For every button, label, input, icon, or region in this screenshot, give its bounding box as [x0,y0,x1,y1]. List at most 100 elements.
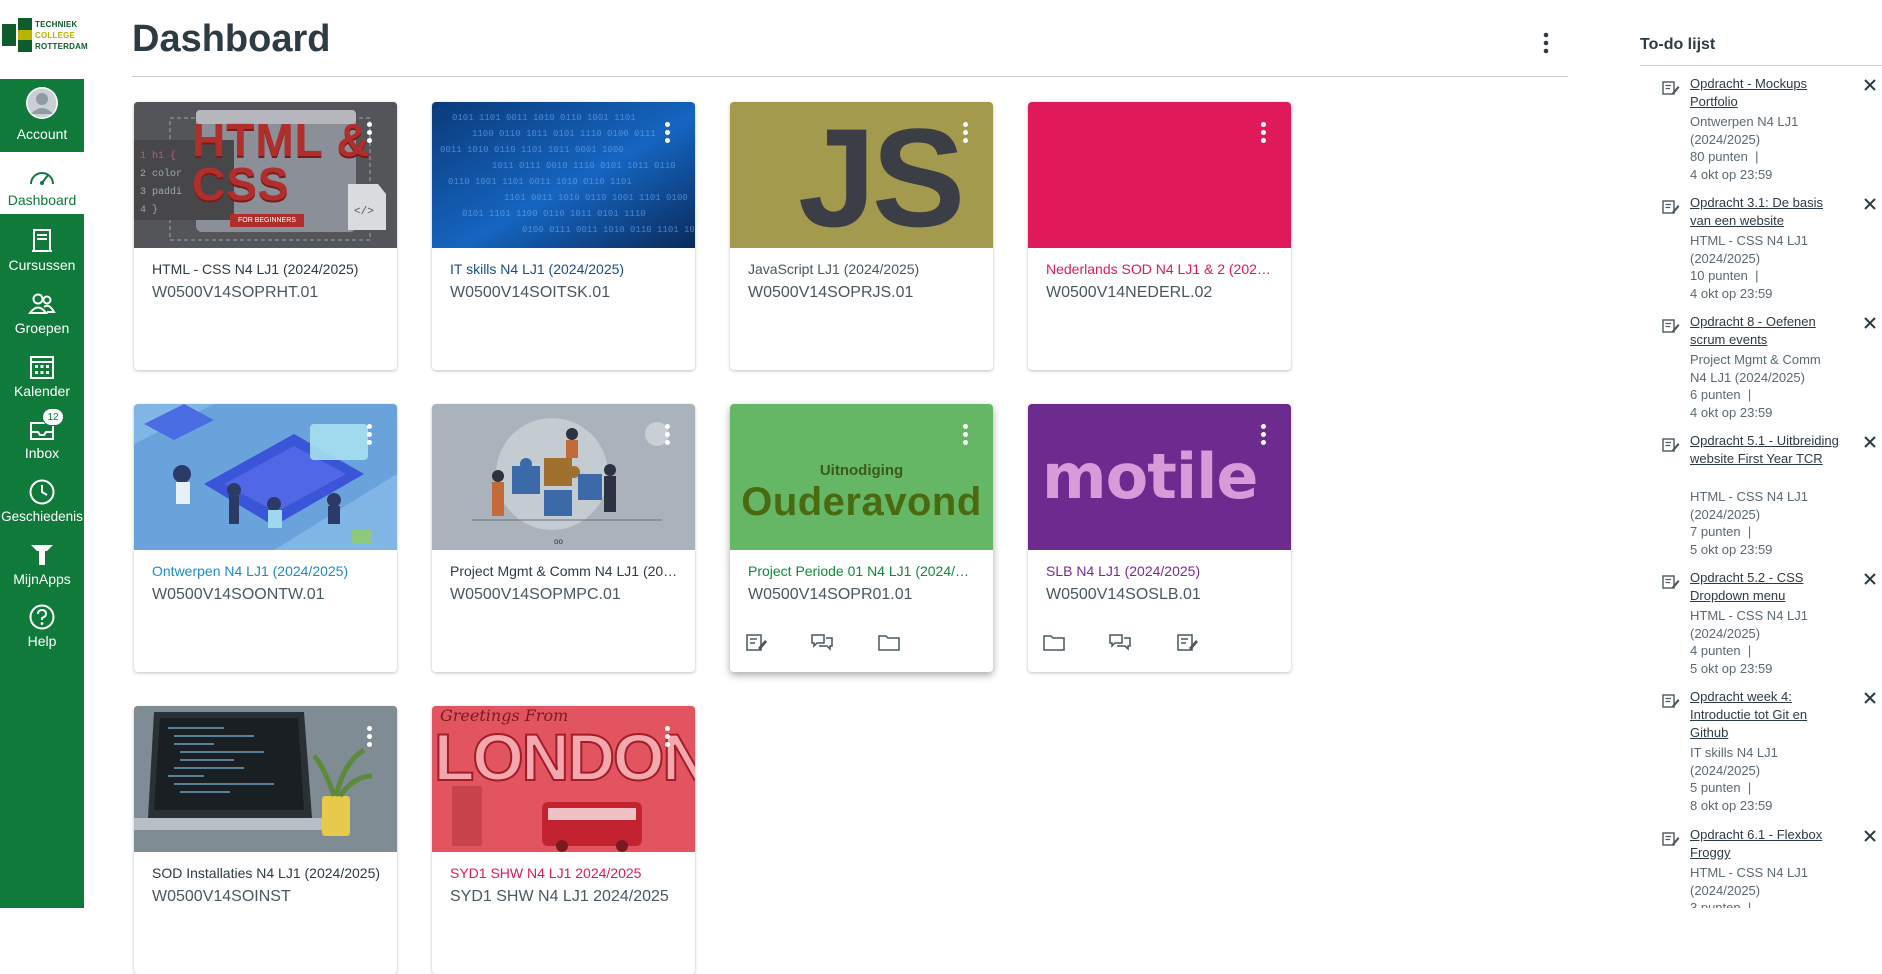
nav-groups[interactable]: Groepen [0,281,84,343]
todo-item-link[interactable]: Opdracht week 4: Introductie tot Git en … [1690,688,1840,742]
todo-item-link[interactable]: Opdracht - Mockups Portfolio [1690,75,1840,111]
svg-text:</>: </> [354,206,374,218]
global-nav: TECHNIEK COLLEGE ROTTERDAM Account Dashb… [0,0,88,908]
nav-dashboard[interactable]: Dashboard [0,152,84,214]
course-card-image[interactable]: Uitnodiging Ouderavond [730,404,993,550]
course-card[interactable]: SOD Installaties N4 LJ1 (2024/2025) W050… [134,706,397,974]
card-options-kebab-icon[interactable] [661,424,673,448]
course-card-image[interactable]: JS [730,102,993,248]
course-card[interactable]: oo Project Mgmt & Comm N4 LJ1 (2024/2025… [432,404,695,672]
course-card[interactable]: 1 h1 { 2 color 3 paddi 4 } </> HTML & CS… [134,102,397,370]
files-icon[interactable] [1042,630,1072,654]
course-card[interactable]: Nederlands SOD N4 LJ1 & 2 (2024/2025) W0… [1028,102,1291,370]
card-options-kebab-icon[interactable] [959,122,971,146]
account-icon [26,87,58,119]
card-options-kebab-icon[interactable] [1257,122,1269,146]
course-code: SYD1 SHW N4 LJ1 2024/2025 [450,888,669,905]
apps-icon [31,545,53,565]
course-name[interactable]: IT skills N4 LJ1 (2024/2025) [450,261,678,277]
course-card-image[interactable] [1028,102,1291,248]
course-card-image[interactable] [134,404,397,550]
todo-item-points: 4 punten | [1690,643,1752,658]
close-icon[interactable] [1862,828,1878,844]
svg-text:0101 1101 0011 1010 0110 1001: 0101 1101 0011 1010 0110 1001 1101 [452,113,636,123]
course-name[interactable]: SOD Installaties N4 LJ1 (2024/2025) [152,865,380,881]
card-options-kebab-icon[interactable] [363,122,375,146]
close-icon[interactable] [1862,571,1878,587]
dashboard-options-kebab-icon[interactable] [1536,28,1556,58]
nav-calendar[interactable]: Kalender [0,344,84,406]
nav-account[interactable]: Account [0,80,84,150]
course-name[interactable]: JavaScript LJ1 (2024/2025) [748,261,976,277]
card-options-kebab-icon[interactable] [661,122,673,146]
nav-label: Account [16,126,68,142]
card-actions [744,630,939,660]
groups-icon [28,293,56,314]
nav-inbox[interactable]: 12 Inbox [0,406,84,468]
nav-courses[interactable]: Cursussen [0,218,84,280]
course-code: W0500V14SOONTW.01 [152,586,325,603]
svg-text:0101 1101 1100 0110 1011 0101: 0101 1101 1100 0110 1011 0101 1110 [462,209,646,219]
close-icon[interactable] [1862,690,1878,706]
todo-item-due: 5 okt op 23:59 [1690,542,1773,557]
close-icon[interactable] [1862,315,1878,331]
course-card-image[interactable]: motile [1028,404,1291,550]
course-card-image[interactable]: 1 h1 { 2 color 3 paddi 4 } </> HTML & CS… [134,102,397,248]
card-options-kebab-icon[interactable] [1257,424,1269,448]
course-card-image[interactable]: 0101 1101 0011 1010 0110 1001 1101 1100 … [432,102,695,248]
todo-item-link[interactable]: Opdracht 5.1 - Uitbreiding website First… [1690,432,1840,468]
card-options-kebab-icon[interactable] [363,726,375,750]
course-card[interactable]: Greetings From LONDON SYD1 SHW N4 LJ1 20… [432,706,695,974]
course-name[interactable]: Ontwerpen N4 LJ1 (2024/2025) [152,563,380,579]
svg-text:4 }: 4 } [140,204,158,216]
course-card-image[interactable]: oo [432,404,695,550]
course-card[interactable]: Ontwerpen N4 LJ1 (2024/2025) W0500V14SOO… [134,404,397,672]
course-code: W0500V14SOPMPC.01 [450,586,621,603]
card-options-kebab-icon[interactable] [661,726,673,750]
card-options-kebab-icon[interactable] [959,424,971,448]
svg-text:0100 0111 0011 1010 0110 1101: 0100 0111 0011 1010 0110 1101 1011 [522,225,695,235]
close-icon[interactable] [1862,434,1878,450]
nav-apps[interactable]: MijnApps [0,531,84,593]
course-card[interactable]: 0101 1101 0011 1010 0110 1001 1101 1100 … [432,102,695,370]
todo-item: Opdracht 6.1 - Flexbox Froggy HTML - CSS… [1658,826,1882,908]
school-logo[interactable]: TECHNIEK COLLEGE ROTTERDAM [0,0,88,79]
assignments-icon[interactable] [1175,630,1205,654]
course-name[interactable]: SYD1 SHW N4 LJ1 2024/2025 [450,865,678,881]
todo-item-link[interactable]: Opdracht 3.1: De basis van een website [1690,194,1840,230]
card-options-kebab-icon[interactable] [363,424,375,448]
course-name[interactable]: Project Mgmt & Comm N4 LJ1 (2024/2025) [450,563,678,579]
nav-history[interactable]: Geschiedenis [0,469,84,531]
course-name[interactable]: Project Periode 01 N4 LJ1 (2024/2025) [748,563,976,579]
hero-title: LONDON [433,720,695,794]
course-card-image[interactable]: Greetings From LONDON [432,706,695,852]
course-name[interactable]: SLB N4 LJ1 (2024/2025) [1046,563,1274,579]
course-card[interactable]: motile SLB N4 LJ1 (2024/2025) W0500V14SO… [1028,404,1291,672]
course-card[interactable]: Uitnodiging Ouderavond Project Periode 0… [730,404,993,672]
course-name[interactable]: Nederlands SOD N4 LJ1 & 2 (2024/2025) [1046,261,1274,277]
todo-item-link[interactable]: Opdracht 8 - Oefenen scrum events [1690,313,1840,349]
close-icon[interactable] [1862,77,1878,93]
nav-help[interactable]: Help [0,594,84,656]
hero-subtitle: Uitnodiging [819,462,904,479]
svg-text:oo: oo [554,537,563,546]
course-name[interactable]: HTML - CSS N4 LJ1 (2024/2025) [152,261,380,277]
discussions-icon[interactable] [810,630,840,654]
inbox-unread-badge: 12 [42,408,64,426]
assignment-icon [1662,200,1680,214]
files-icon[interactable] [877,630,907,654]
todo-item-link[interactable]: Opdracht 6.1 - Flexbox Froggy [1690,826,1840,862]
course-card-image[interactable] [134,706,397,852]
svg-text:2 color: 2 color [140,168,182,180]
todo-item-points: 3 punten | [1690,900,1752,908]
close-icon[interactable] [1862,196,1878,212]
assignment-icon [1662,319,1680,333]
course-card[interactable]: JS JavaScript LJ1 (2024/2025) W0500V14SO… [730,102,993,370]
todo-item-points: 7 punten | [1690,524,1752,539]
discussions-icon[interactable] [1108,630,1138,654]
dashboard-icon [30,172,54,185]
todo-item-link[interactable]: Opdracht 5.2 - CSS Dropdown menu [1690,569,1840,605]
assignments-icon[interactable] [744,630,774,654]
todo-item-points: 10 punten | [1690,268,1759,283]
logo-mark-icon [2,18,32,52]
